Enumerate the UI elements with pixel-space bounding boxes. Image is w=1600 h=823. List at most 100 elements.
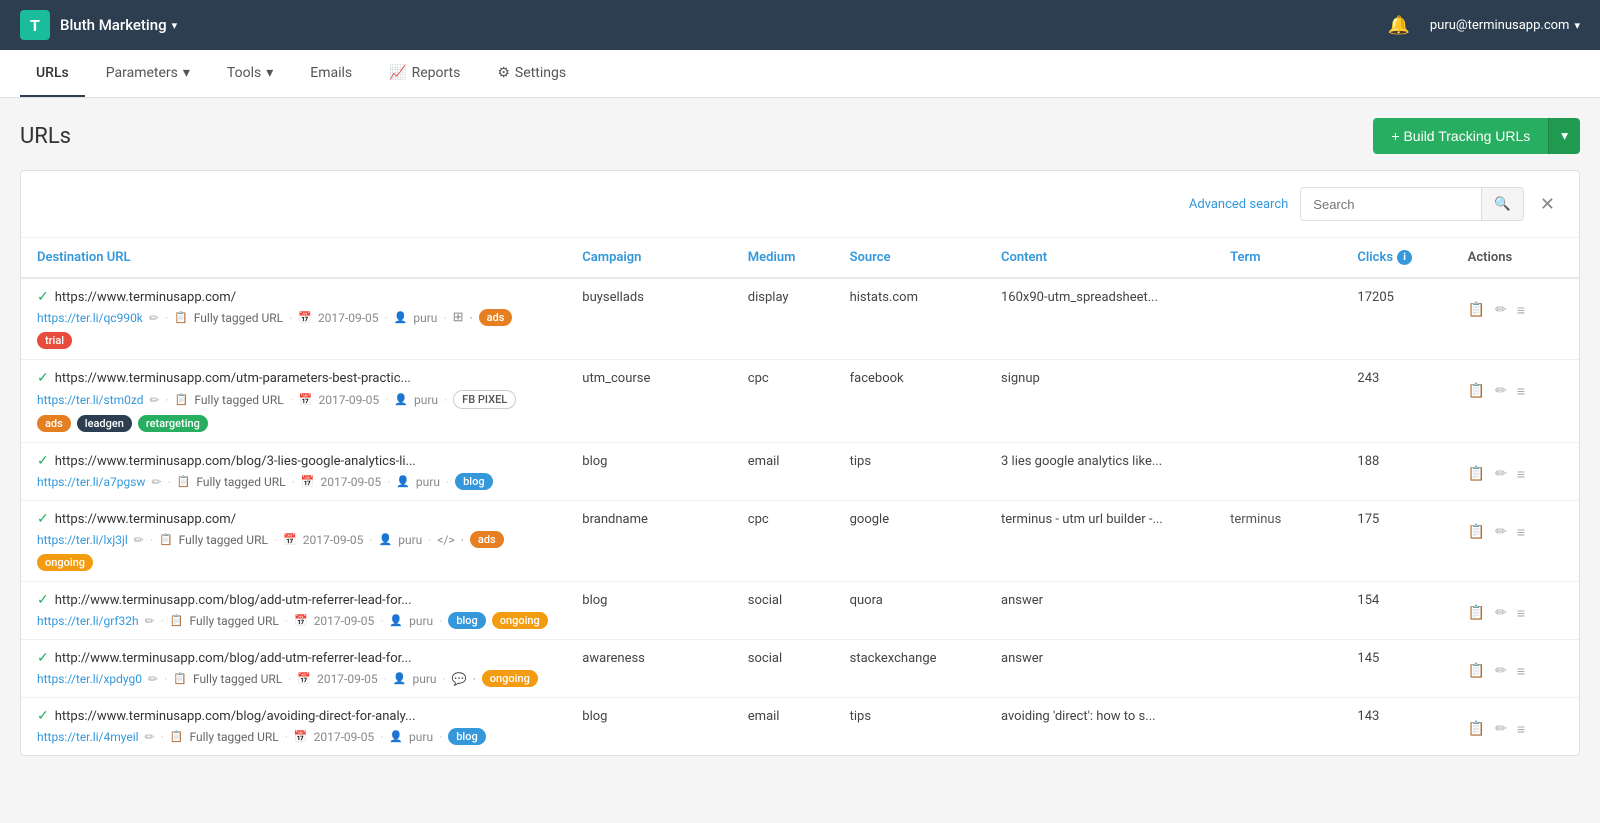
nav-tools[interactable]: Tools ▾ (211, 51, 289, 97)
edit-icon[interactable]: ✏ (149, 311, 159, 325)
build-btn-group: + Build Tracking URLs ▾ (1373, 118, 1580, 154)
url-short[interactable]: https://ter.li/grf32h (37, 614, 139, 628)
settings-gear-icon: ⚙ (497, 65, 510, 81)
advanced-search-link[interactable]: Advanced search (1189, 197, 1288, 212)
copy-url-button[interactable]: 📋 (1468, 523, 1485, 540)
source-value: quora (850, 593, 883, 608)
cell-campaign: buysellads (566, 278, 731, 360)
url-user: puru (413, 311, 437, 325)
url-main-text[interactable]: https://www.terminusapp.com/ (55, 290, 236, 305)
main-content: Advanced search 🔍 ✕ Destination URL Camp… (0, 170, 1600, 776)
edit-icon[interactable]: ✏ (145, 730, 155, 744)
url-main-text[interactable]: https://www.terminusapp.com/ (55, 512, 236, 527)
user-icon: 👤 (393, 672, 407, 685)
edit-icon[interactable]: ✏ (150, 393, 160, 407)
more-options-button[interactable]: ≡ (1517, 605, 1525, 621)
cell-destination-url: ✓ https://www.terminusapp.com/ https://t… (21, 278, 566, 360)
app-logo: T (20, 10, 50, 40)
edit-icon[interactable]: ✏ (134, 533, 144, 547)
more-options-button[interactable]: ≡ (1517, 466, 1525, 482)
tag: FB PIXEL (453, 390, 516, 409)
copy-url-button[interactable]: 📋 (1468, 720, 1485, 737)
url-check-icon: ✓ (37, 592, 49, 608)
user-icon: 👤 (394, 393, 408, 406)
url-short[interactable]: https://ter.li/xpdyg0 (37, 672, 142, 686)
table-row: ✓ https://www.terminusapp.com/utm-parame… (21, 360, 1579, 443)
more-options-button[interactable]: ≡ (1517, 302, 1525, 318)
more-options-button[interactable]: ≡ (1517, 663, 1525, 679)
search-input[interactable] (1301, 189, 1481, 220)
clicks-info-icon[interactable]: i (1397, 250, 1412, 265)
url-meta: https://ter.li/4myeil ✏ · 📋 Fully tagged… (37, 728, 550, 745)
url-user: puru (409, 614, 433, 628)
nav-reports[interactable]: 📈 Reports (373, 51, 476, 97)
cell-destination-url: ✓ https://www.terminusapp.com/utm-parame… (21, 360, 566, 443)
url-short[interactable]: https://ter.li/lxj3jl (37, 533, 128, 547)
cell-clicks: 175 (1341, 501, 1451, 582)
col-header-campaign[interactable]: Campaign (566, 238, 731, 278)
copy-url-button[interactable]: 📋 (1468, 662, 1485, 679)
edit-url-button[interactable]: ✏ (1495, 465, 1507, 482)
copy-url-button[interactable]: 📋 (1468, 301, 1485, 318)
edit-url-button[interactable]: ✏ (1495, 604, 1507, 621)
more-options-button[interactable]: ≡ (1517, 721, 1525, 737)
edit-url-button[interactable]: ✏ (1495, 720, 1507, 737)
edit-url-button[interactable]: ✏ (1495, 662, 1507, 679)
url-short[interactable]: https://ter.li/4myeil (37, 730, 139, 744)
cell-medium: cpc (732, 501, 834, 582)
url-meta: https://ter.li/xpdyg0 ✏ · 📋 Fully tagged… (37, 670, 550, 687)
url-short[interactable]: https://ter.li/stm0zd (37, 393, 144, 407)
more-options-button[interactable]: ≡ (1517, 524, 1525, 540)
col-header-term[interactable]: Term (1214, 238, 1341, 278)
edit-url-button[interactable]: ✏ (1495, 301, 1507, 318)
url-main-text[interactable]: https://www.terminusapp.com/blog/avoidin… (55, 709, 416, 724)
tag: ongoing (492, 612, 548, 629)
cell-content: 3 lies google analytics like... (985, 443, 1214, 501)
clicks-value: 154 (1357, 593, 1379, 608)
edit-icon[interactable]: ✏ (145, 614, 155, 628)
build-dropdown-button[interactable]: ▾ (1548, 118, 1580, 154)
nav-settings[interactable]: ⚙ Settings (481, 51, 582, 97)
nav-emails[interactable]: Emails (294, 51, 368, 97)
nav-parameters[interactable]: Parameters ▾ (90, 51, 206, 97)
cell-source: tips (834, 698, 985, 756)
content-value: terminus - utm url builder -... (1001, 512, 1163, 527)
url-meta: https://ter.li/qc990k ✏ · 📋 Fully tagged… (37, 309, 550, 349)
url-short[interactable]: https://ter.li/qc990k (37, 311, 143, 325)
nav-urls[interactable]: URLs (20, 51, 85, 97)
col-header-source[interactable]: Source (834, 238, 985, 278)
col-header-clicks[interactable]: Clicks i (1341, 238, 1451, 278)
search-close-button[interactable]: ✕ (1536, 190, 1559, 219)
cell-content: terminus - utm url builder -... (985, 501, 1214, 582)
user-menu[interactable]: puru@terminusapp.com ▾ (1430, 18, 1580, 33)
content-value: signup (1001, 371, 1040, 386)
url-main-text[interactable]: https://www.terminusapp.com/blog/3-lies-… (55, 454, 416, 469)
build-tracking-urls-button[interactable]: + Build Tracking URLs (1373, 118, 1548, 154)
table-row: ✓ http://www.terminusapp.com/blog/add-ut… (21, 582, 1579, 640)
search-icon: 🔍 (1494, 196, 1511, 211)
url-main-text[interactable]: http://www.terminusapp.com/blog/add-utm-… (55, 593, 412, 608)
url-short[interactable]: https://ter.li/a7pgsw (37, 475, 145, 489)
edit-icon[interactable]: ✏ (148, 672, 158, 686)
edit-icon[interactable]: ✏ (151, 475, 161, 489)
notifications-icon[interactable]: 🔔 (1387, 15, 1409, 36)
url-main-text[interactable]: http://www.terminusapp.com/blog/add-utm-… (55, 651, 412, 666)
copy-url-button[interactable]: 📋 (1468, 604, 1485, 621)
url-check-icon: ✓ (37, 511, 49, 527)
col-header-content[interactable]: Content (985, 238, 1214, 278)
user-chevron-icon: ▾ (1574, 19, 1580, 32)
cell-destination-url: ✓ http://www.terminusapp.com/blog/add-ut… (21, 582, 566, 640)
col-header-medium[interactable]: Medium (732, 238, 834, 278)
company-name-button[interactable]: Bluth Marketing ▾ (60, 16, 177, 34)
url-main-text[interactable]: https://www.terminusapp.com/utm-paramete… (55, 371, 411, 386)
more-options-button[interactable]: ≡ (1517, 383, 1525, 399)
edit-url-button[interactable]: ✏ (1495, 523, 1507, 540)
col-header-destination-url[interactable]: Destination URL (21, 238, 566, 278)
medium-value: social (748, 651, 782, 666)
search-submit-button[interactable]: 🔍 (1481, 188, 1523, 220)
edit-url-button[interactable]: ✏ (1495, 382, 1507, 399)
cell-campaign: awareness (566, 640, 731, 698)
cell-actions: 📋 ✏ ≡ (1452, 640, 1579, 698)
copy-url-button[interactable]: 📋 (1468, 382, 1485, 399)
copy-url-button[interactable]: 📋 (1468, 465, 1485, 482)
